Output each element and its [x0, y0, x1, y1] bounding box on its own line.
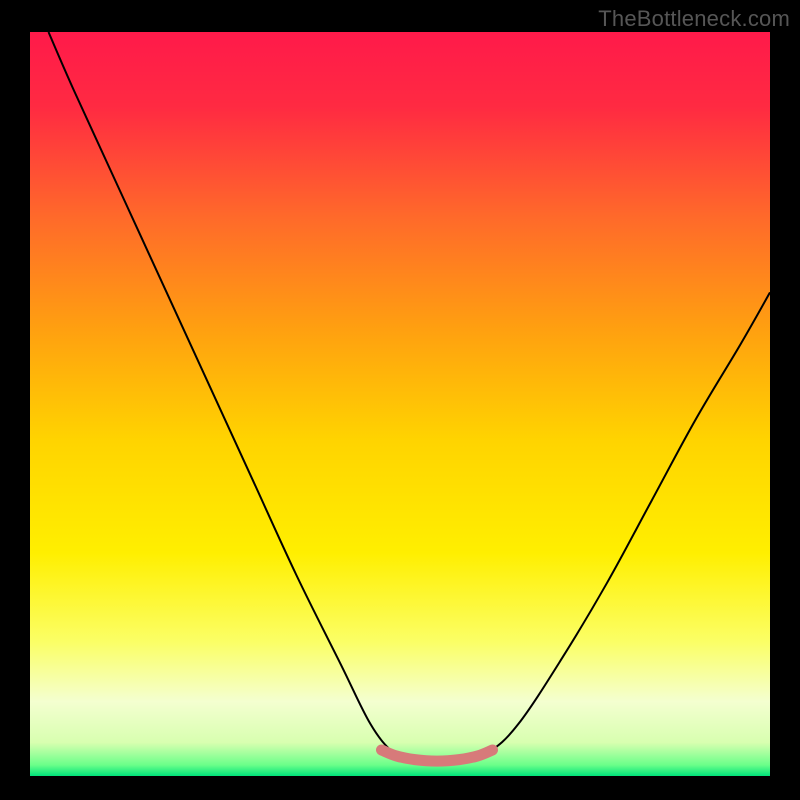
bottleneck-chart: [0, 0, 800, 800]
watermark-text: TheBottleneck.com: [598, 6, 790, 32]
chart-container: TheBottleneck.com: [0, 0, 800, 800]
chart-background: [30, 32, 770, 776]
